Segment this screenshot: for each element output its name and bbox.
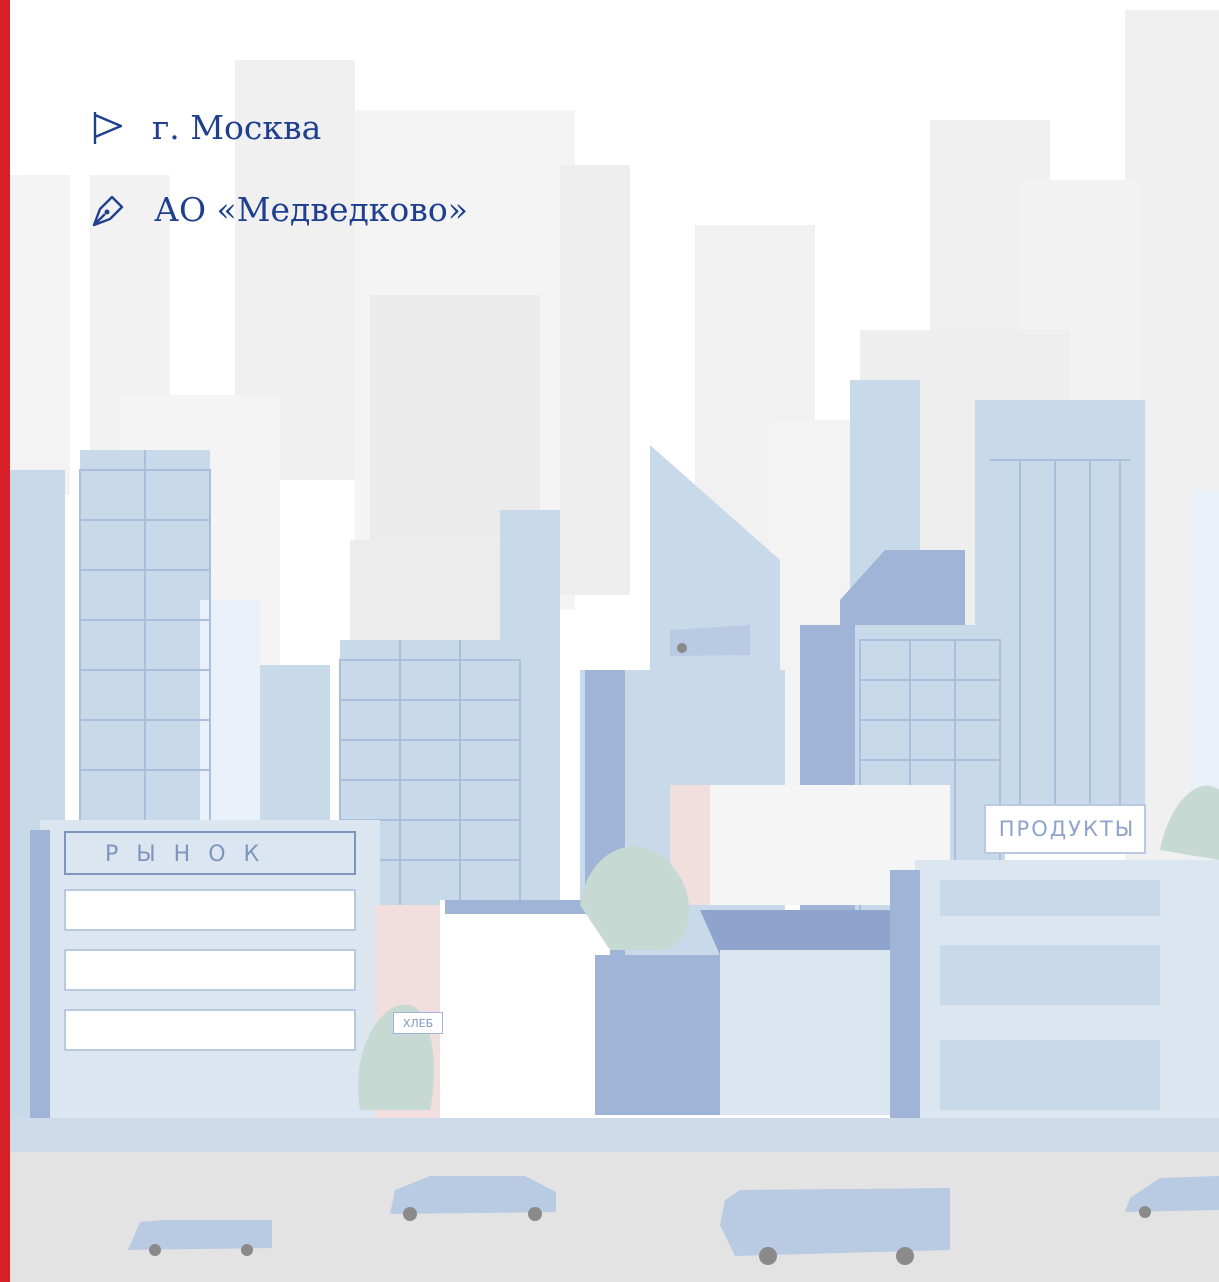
groceries-sign-text: ПРОДУКТЫ: [998, 817, 1136, 841]
organization-name: АО «Медведково»: [154, 190, 468, 229]
bread-sign-text: ХЛЕБ: [402, 1016, 434, 1030]
cover-page: г. Москва АО «Медведково» РЫНОК ПРОДУКТЫ…: [0, 0, 1219, 1282]
fountain-pen-icon: [90, 191, 128, 229]
sidewalk: [10, 1118, 1219, 1152]
market-sign-text: РЫНОК: [105, 841, 278, 867]
city-name: г. Москва: [152, 108, 322, 147]
organization-line: АО «Медведково»: [90, 190, 468, 229]
groceries-sign: ПРОДУКТЫ: [992, 814, 1142, 844]
location-line: г. Москва: [90, 108, 321, 147]
road: [10, 1152, 1219, 1282]
bread-sign: ХЛЕБ: [393, 1012, 443, 1034]
accent-stripe: [0, 0, 10, 1282]
market-sign: РЫНОК: [105, 836, 365, 872]
flag-icon: [90, 110, 126, 146]
